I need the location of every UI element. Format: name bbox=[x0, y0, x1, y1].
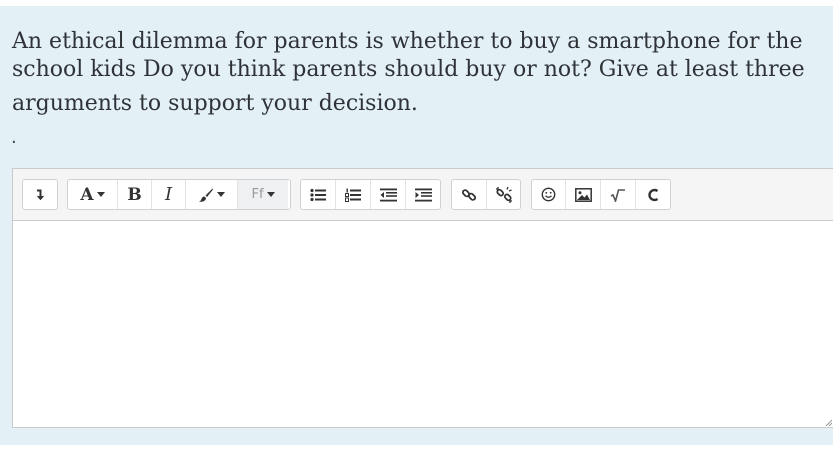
question-line-1: An ethical dilemma for parents is whethe… bbox=[12, 29, 803, 54]
chevron-down-icon bbox=[217, 192, 225, 197]
italic-button[interactable]: I bbox=[152, 180, 186, 209]
text-color-button[interactable] bbox=[186, 180, 238, 209]
toolbar-group-lists bbox=[300, 179, 441, 210]
outdent-icon bbox=[379, 188, 397, 201]
clear-formatting-button[interactable] bbox=[636, 180, 670, 209]
outdent-button[interactable] bbox=[371, 180, 406, 209]
answer-textarea[interactable] bbox=[13, 221, 833, 427]
toggle-toolbar-button[interactable] bbox=[23, 180, 57, 209]
smiley-icon bbox=[541, 187, 556, 202]
font-size-button[interactable]: A bbox=[68, 180, 118, 209]
indent-icon bbox=[414, 188, 432, 201]
toolbar-group-format: A B I Ff bbox=[67, 179, 291, 210]
font-size-label: A bbox=[80, 184, 94, 205]
chevron-down-icon bbox=[96, 192, 105, 197]
clear-format-icon bbox=[648, 188, 659, 201]
trailing-dot: . bbox=[11, 127, 17, 148]
bullet-list-icon bbox=[310, 188, 326, 201]
bold-label: B bbox=[127, 184, 142, 205]
arrow-down-right-icon bbox=[37, 189, 44, 200]
resize-handle-icon[interactable] bbox=[824, 418, 832, 426]
toolbar-group-insert bbox=[531, 179, 671, 210]
link-icon bbox=[461, 188, 477, 201]
unlink-icon bbox=[495, 186, 512, 203]
toolbar-group-toggle bbox=[22, 179, 58, 210]
rich-text-editor: A B I Ff bbox=[12, 168, 833, 428]
numbered-list-icon bbox=[345, 188, 361, 202]
insert-link-button[interactable] bbox=[452, 180, 487, 209]
unlink-button[interactable] bbox=[487, 180, 520, 209]
numbered-list-button[interactable] bbox=[336, 180, 371, 209]
emoticon-button[interactable] bbox=[532, 180, 566, 209]
question-line-3: arguments to support your decision. bbox=[12, 91, 418, 116]
toolbar-group-links bbox=[451, 179, 521, 210]
font-family-button[interactable]: Ff bbox=[238, 180, 288, 209]
question-line-2: school kids Do you think parents should … bbox=[12, 57, 805, 82]
indent-button[interactable] bbox=[406, 180, 440, 209]
image-icon bbox=[574, 187, 592, 202]
square-root-icon bbox=[610, 188, 625, 202]
italic-label: I bbox=[164, 184, 173, 205]
bullet-list-button[interactable] bbox=[301, 180, 336, 209]
font-family-label: Ff bbox=[251, 187, 264, 202]
question-text: An ethical dilemma for parents is whethe… bbox=[12, 28, 812, 118]
bold-button[interactable]: B bbox=[118, 180, 152, 209]
editor-toolbar: A B I Ff bbox=[13, 169, 833, 221]
chevron-down-icon bbox=[266, 192, 275, 197]
equation-button[interactable] bbox=[601, 180, 636, 209]
paint-brush-icon bbox=[199, 188, 213, 202]
insert-image-button[interactable] bbox=[566, 180, 601, 209]
